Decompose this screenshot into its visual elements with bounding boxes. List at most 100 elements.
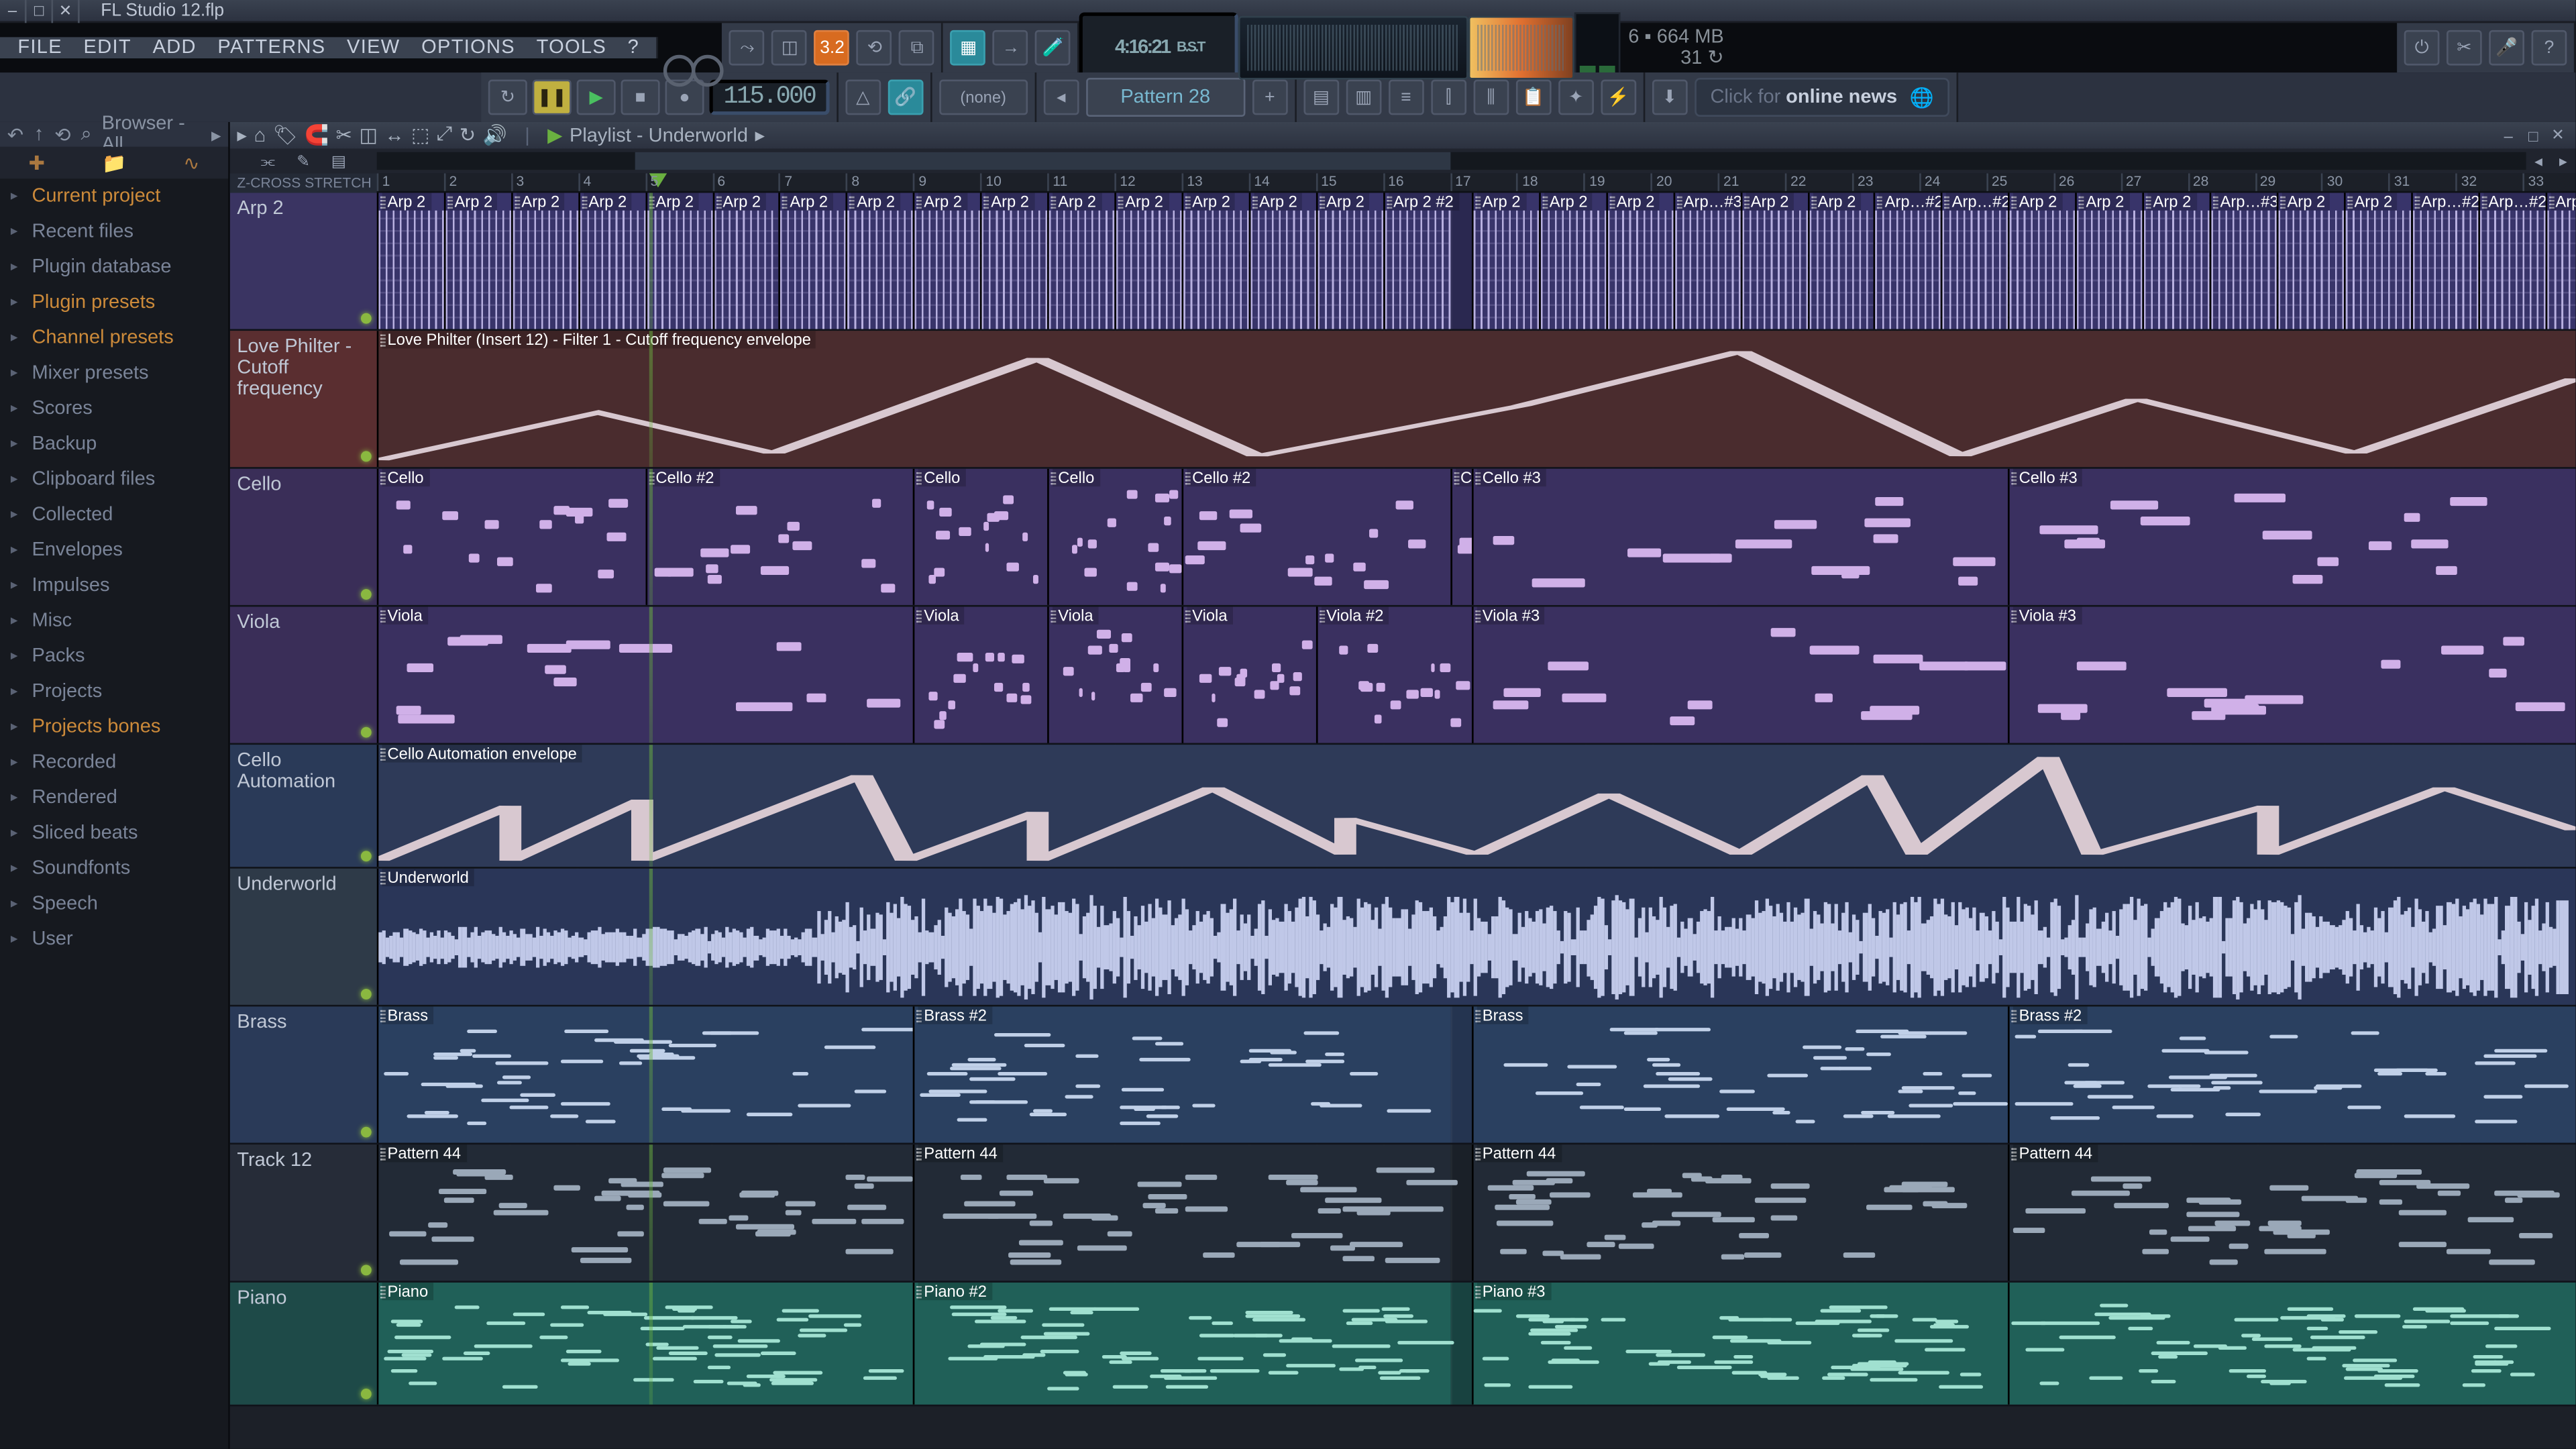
pattern-selector[interactable]: Pattern 28 <box>1086 78 1245 117</box>
track-header[interactable]: Love Philter - Cutoff frequency <box>230 331 377 467</box>
browser-item[interactable]: Misc <box>0 603 228 639</box>
scissors-button[interactable]: ✂ <box>2447 30 2482 66</box>
browser-tree[interactable]: Current projectRecent filesPlugin databa… <box>0 178 228 1448</box>
clip[interactable]: Brass #2 <box>2008 1006 2576 1142</box>
clip[interactable]: Arp 2 <box>2277 193 2344 329</box>
menu-patterns[interactable]: PATTERNS <box>207 37 337 58</box>
track-mute-dot[interactable] <box>361 727 372 738</box>
clip[interactable]: Arp 2 <box>511 193 578 329</box>
clip[interactable]: Arp 2 <box>1740 193 1807 329</box>
sync-b-button[interactable]: ◫ <box>772 30 808 66</box>
clip[interactable]: Arp 2 <box>1248 193 1316 329</box>
clip[interactable]: Cello #3 <box>1472 469 2008 605</box>
track-header[interactable]: Brass <box>230 1006 377 1142</box>
sync-d-button[interactable]: ⧉ <box>900 30 935 66</box>
clip[interactable]: Arp 2 <box>980 193 1047 329</box>
mode-b-icon[interactable]: ✎ <box>291 149 316 174</box>
clip[interactable]: Arp 2 <box>1047 193 1114 329</box>
playlist-home-icon[interactable]: ⌂ <box>254 125 266 146</box>
track-lane[interactable]: Love Philter (Insert 12) - Filter 1 - Cu… <box>377 331 2576 467</box>
minimap-left-icon[interactable]: ◂ <box>2526 149 2551 174</box>
prev-pattern-button[interactable]: ◂ <box>1043 80 1079 115</box>
clip[interactable]: Pattern 44 <box>1472 1144 2008 1281</box>
track-mute-dot[interactable] <box>361 989 372 1000</box>
tag-icon[interactable]: 🏷 <box>273 124 298 147</box>
clip[interactable]: Piano #3 <box>1472 1283 2008 1405</box>
tempo-display[interactable]: 115.000 <box>709 80 829 115</box>
clip[interactable]: Love Philter (Insert 12) - Filter 1 - Cu… <box>377 331 2576 467</box>
refresh-icon[interactable]: ↻ <box>460 124 476 147</box>
clip[interactable]: Piano #2 <box>913 1283 1450 1405</box>
menu-file[interactable]: FILE <box>7 37 73 58</box>
clip[interactable]: Arp 2 <box>377 193 444 329</box>
playlist-more-icon[interactable]: ▸ <box>755 124 765 147</box>
clip[interactable]: Cello #2 <box>645 469 914 605</box>
track-lane[interactable]: Underworld <box>377 869 2576 1005</box>
cut-icon[interactable]: ✂ <box>336 124 352 147</box>
clip[interactable]: Viola <box>1181 606 1316 743</box>
maximize-icon[interactable]: □ <box>27 0 54 22</box>
browser-search-icon[interactable]: ⌕ <box>78 125 95 143</box>
sync-a-button[interactable]: ⤳ <box>730 30 765 66</box>
clip[interactable]: Cello <box>1047 469 1181 605</box>
clip[interactable]: Arp 2 <box>2076 193 2143 329</box>
link-button[interactable]: 🔗 <box>888 80 923 115</box>
browser-item[interactable]: Speech <box>0 886 228 922</box>
track-mute-dot[interactable] <box>361 851 372 861</box>
mic-button[interactable]: 🎤 <box>2489 30 2524 66</box>
browser-item[interactable]: Envelopes <box>0 533 228 568</box>
ruler-mode-label[interactable]: Z-CROSS STRETCH <box>230 173 377 193</box>
clip[interactable]: Cello Automation envelope <box>377 745 2576 867</box>
browser-item[interactable]: Scores <box>0 391 228 427</box>
clip[interactable]: Viola #2 <box>1316 606 1472 743</box>
clip[interactable]: Cello #3 <box>2008 469 2576 605</box>
power-button[interactable]: ⏻ <box>2404 30 2440 66</box>
download-button[interactable]: ⬇ <box>1652 80 1687 115</box>
clip[interactable]: Arp…#2 <box>2411 193 2478 329</box>
browser-item[interactable]: Sliced beats <box>0 816 228 851</box>
menu-options[interactable]: OPTIONS <box>411 37 525 58</box>
menu-edit[interactable]: EDIT <box>73 37 142 58</box>
clip[interactable]: Arp…#2 <box>1874 193 1941 329</box>
clip[interactable]: Brass #2 <box>913 1006 1450 1142</box>
track-mute-dot[interactable] <box>361 589 372 600</box>
browser-item[interactable]: Clipboard files <box>0 462 228 497</box>
browser-item[interactable]: Collected <box>0 497 228 533</box>
browser-item[interactable]: Backup <box>0 427 228 462</box>
clip[interactable]: Arp 2 <box>846 193 913 329</box>
track-lane[interactable]: Cello Automation envelope <box>377 745 2576 867</box>
track-lane[interactable]: Pattern 44Pattern 44Pattern 44Pattern 44 <box>377 1144 2576 1281</box>
track-lane[interactable]: ViolaViolaViolaViolaViola #2Viola #3Viol… <box>377 606 2576 743</box>
track-lane[interactable]: PianoPiano #2Piano #3 <box>377 1283 2576 1405</box>
clip[interactable]: Arp 2 <box>1807 193 1874 329</box>
view-channelrack-button[interactable]: ▤ <box>1303 80 1339 115</box>
minimap-right-icon[interactable]: ▸ <box>2551 149 2576 174</box>
clip[interactable]: Arp 2 <box>1606 193 1673 329</box>
clipboard-button[interactable]: 📋 <box>1515 80 1551 115</box>
help-button[interactable]: ? <box>2532 30 2567 66</box>
clip[interactable]: Viola #3 <box>2008 606 2576 743</box>
track-lane[interactable]: Arp 2Arp 2Arp 2Arp 2Arp 2Arp 2Arp 2Arp 2… <box>377 193 2576 329</box>
clip[interactable]: Arp…#3 <box>1673 193 1740 329</box>
browser-item[interactable]: Packs <box>0 639 228 674</box>
browser-item[interactable]: Plugin database <box>0 250 228 285</box>
browser-item[interactable]: Projects bones <box>0 709 228 745</box>
clip[interactable]: Arp <box>2545 193 2576 329</box>
menu-add[interactable]: ADD <box>142 37 207 58</box>
track-header[interactable]: Piano <box>230 1283 377 1405</box>
browser-folder-icon[interactable]: 📁 <box>102 151 126 174</box>
browser-item[interactable]: Current project <box>0 178 228 214</box>
browser-item[interactable]: Plugin presets <box>0 285 228 321</box>
playlist-menu-icon[interactable]: ▸ <box>237 124 247 147</box>
clip[interactable]: Arp 2 <box>913 193 980 329</box>
magnet-icon[interactable]: 🧲 <box>305 124 329 147</box>
clip[interactable]: Viola <box>377 606 914 743</box>
browser-item[interactable]: Recorded <box>0 745 228 780</box>
close-icon[interactable]: ✕ <box>53 0 80 22</box>
visualizer-spectrum[interactable] <box>1239 16 1469 80</box>
view-next-button[interactable]: → <box>994 30 1029 66</box>
clip[interactable]: Arp 2 <box>1539 193 1606 329</box>
tool-misc-button[interactable]: ✦ <box>1558 80 1594 115</box>
browser-item[interactable]: Impulses <box>0 568 228 603</box>
menu-help[interactable]: ? <box>617 37 650 58</box>
